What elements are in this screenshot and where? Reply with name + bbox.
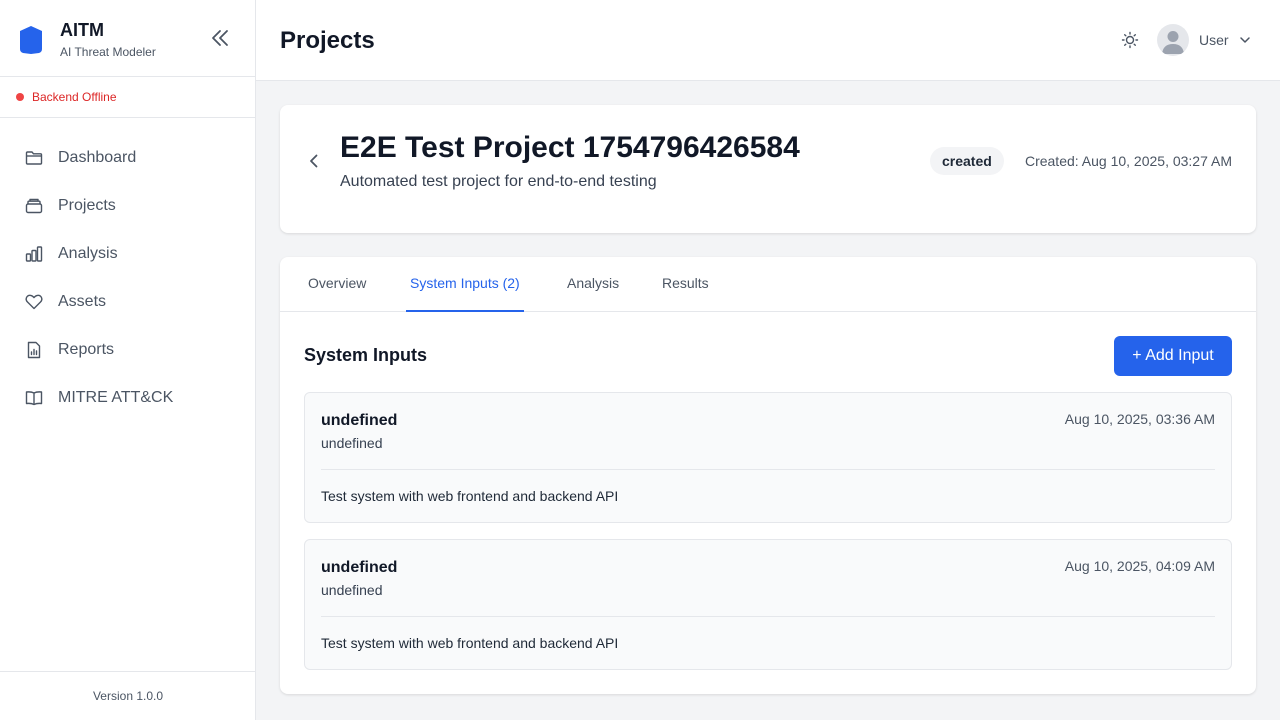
input-date: Aug 10, 2025, 04:09 AM	[1064, 558, 1215, 574]
app-subtitle: AI Threat Modeler	[60, 45, 156, 59]
sidebar-nav: Dashboard Projects Analysis Assets Repor…	[0, 134, 256, 422]
tab-analysis[interactable]: Analysis	[563, 257, 623, 312]
book-icon	[25, 391, 43, 406]
heart-icon	[25, 294, 43, 310]
status-badge: created	[930, 147, 1004, 175]
sidebar-item-analysis[interactable]: Analysis	[0, 230, 256, 278]
add-input-button[interactable]: + Add Input	[1114, 336, 1232, 376]
input-description: Test system with web frontend and backen…	[321, 635, 619, 651]
bar-chart-icon	[25, 246, 43, 262]
tab-bar: Overview System Inputs (2) Analysis Resu…	[280, 257, 1256, 312]
report-icon	[27, 341, 41, 359]
sidebar-item-mitre[interactable]: MITRE ATT&CK	[0, 374, 256, 422]
sidebar-item-projects[interactable]: Projects	[0, 182, 256, 230]
project-tabs-card: Overview System Inputs (2) Analysis Resu…	[280, 257, 1256, 694]
backend-status: Backend Offline	[0, 77, 255, 118]
sidebar-item-assets[interactable]: Assets	[0, 278, 256, 326]
stack-icon	[25, 198, 43, 214]
sidebar-item-label: MITRE ATT&CK	[58, 389, 174, 406]
app-version: Version 1.0.0	[0, 671, 256, 720]
input-type: undefined	[321, 582, 383, 598]
page-title: Projects	[280, 27, 375, 54]
sidebar-item-label: Analysis	[58, 245, 118, 262]
tab-system-inputs[interactable]: System Inputs (2)	[406, 257, 524, 312]
section-title: System Inputs	[304, 345, 428, 365]
folder-icon	[25, 151, 43, 165]
app-name: AITM	[60, 20, 104, 40]
tab-overview[interactable]: Overview	[304, 257, 370, 312]
project-description: Automated test project for end-to-end te…	[340, 173, 657, 190]
back-arrow-icon[interactable]	[304, 151, 324, 171]
sidebar-item-dashboard[interactable]: Dashboard	[0, 134, 256, 182]
sidebar-item-reports[interactable]: Reports	[0, 326, 256, 374]
system-input-item[interactable]: undefined undefined Aug 10, 2025, 04:09 …	[304, 539, 1232, 670]
user-menu[interactable]: User	[1157, 24, 1251, 56]
created-date: Created: Aug 10, 2025, 03:27 AM	[1024, 153, 1232, 169]
brand: AITM AI Threat Modeler	[0, 0, 255, 77]
project-name: E2E Test Project 1754796426584	[340, 131, 800, 164]
input-type: undefined	[321, 435, 383, 451]
avatar	[1157, 24, 1189, 56]
user-icon	[1162, 31, 1184, 54]
sun-icon[interactable]	[1120, 30, 1140, 50]
input-date: Aug 10, 2025, 03:36 AM	[1064, 411, 1215, 427]
sidebar-item-label: Dashboard	[58, 149, 137, 166]
sidebar-item-label: Assets	[58, 293, 107, 310]
system-input-item[interactable]: undefined undefined Aug 10, 2025, 03:36 …	[304, 392, 1232, 523]
input-title: undefined	[321, 412, 398, 429]
top-header: Projects User	[256, 0, 1280, 81]
sidebar-item-label: Projects	[58, 197, 116, 214]
divider	[321, 616, 1215, 617]
input-description: Test system with web frontend and backen…	[321, 488, 619, 504]
collapse-sidebar-icon[interactable]	[209, 28, 231, 48]
user-name: User	[1199, 32, 1229, 48]
sidebar-item-label: Reports	[58, 341, 115, 358]
sidebar: AITM AI Threat Modeler Backend Offline D…	[0, 0, 256, 720]
chevron-down-icon	[1239, 37, 1250, 43]
tab-results[interactable]: Results	[658, 257, 713, 312]
shield-logo-icon	[20, 26, 42, 54]
backend-status-text: Backend Offline	[32, 90, 117, 104]
input-title: undefined	[321, 559, 398, 576]
status-dot-icon	[16, 93, 24, 101]
project-header-card: E2E Test Project 1754796426584 Automated…	[280, 105, 1256, 233]
divider	[321, 469, 1215, 470]
